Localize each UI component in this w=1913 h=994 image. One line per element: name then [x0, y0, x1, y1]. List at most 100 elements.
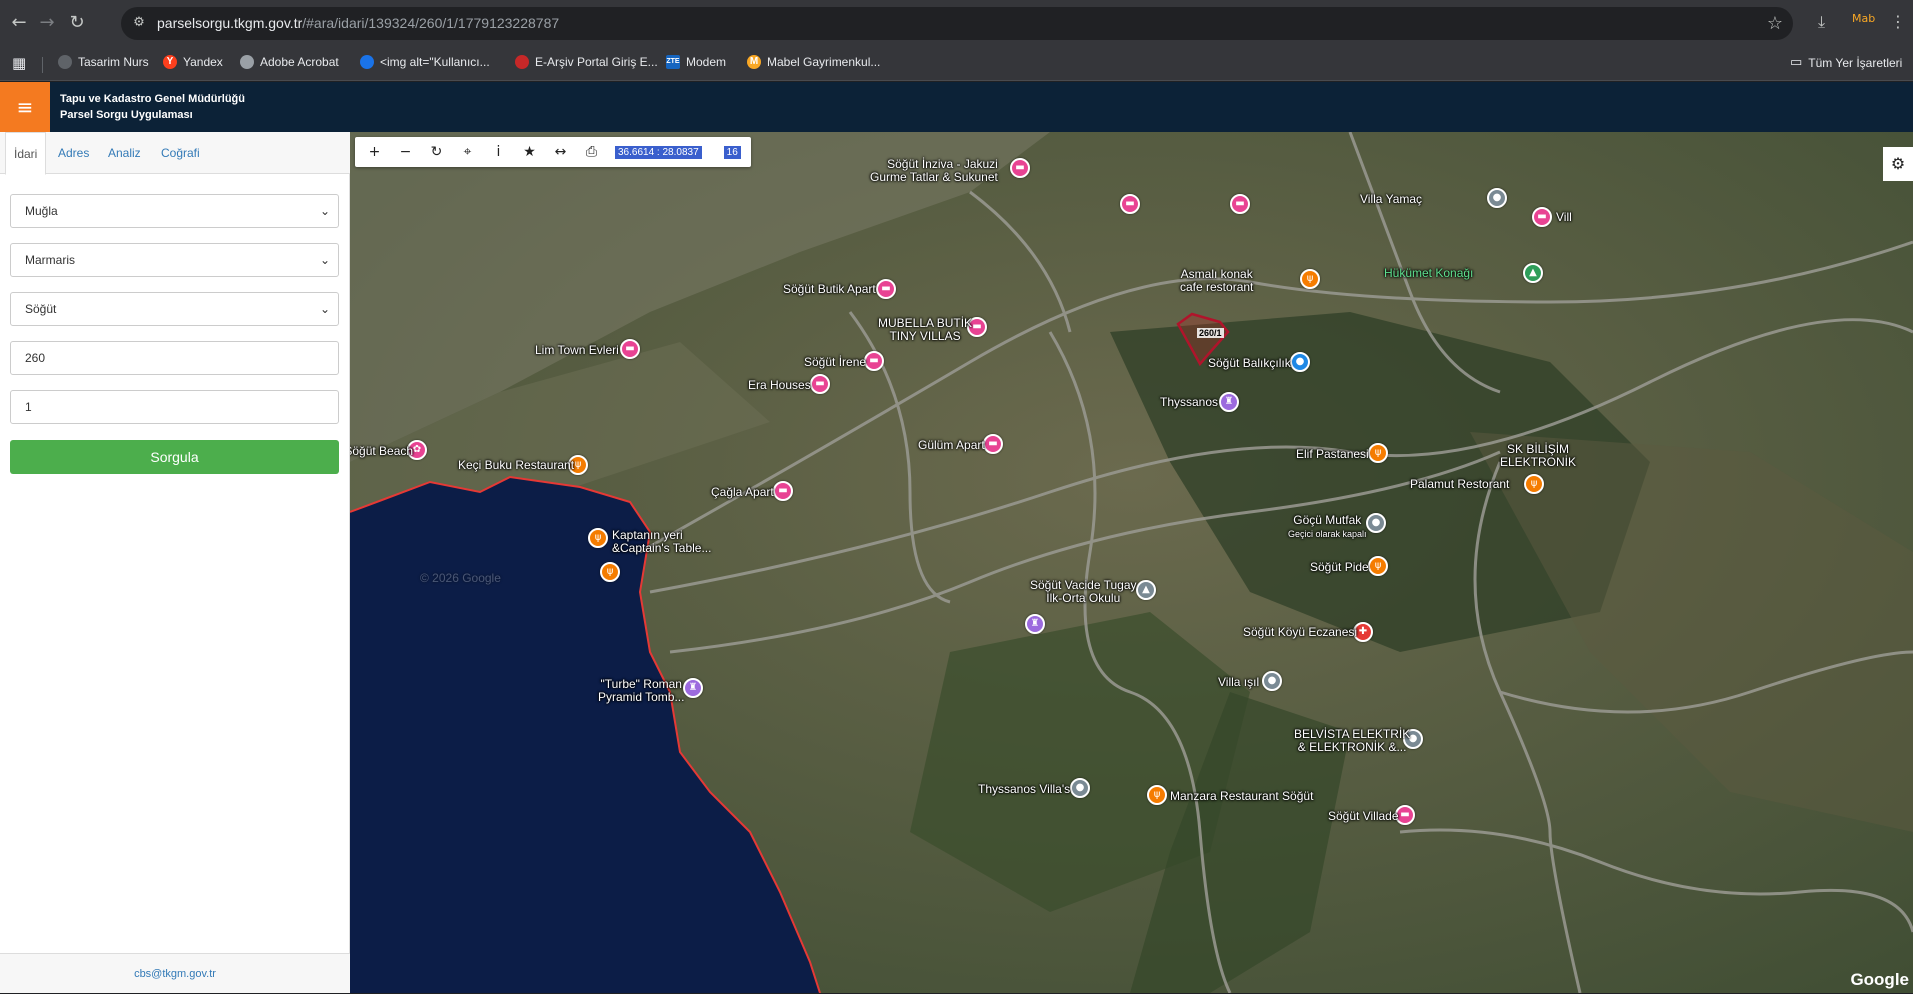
- contact-email-link[interactable]: cbs@tkgm.gov.tr: [0, 953, 350, 993]
- place-label[interactable]: Era Houses: [748, 379, 811, 392]
- place-label[interactable]: Söğüt Vacide Tugay İlk-Orta Okulu: [1030, 579, 1137, 605]
- shop-icon[interactable]: ●: [1290, 352, 1310, 372]
- place-pin-icon[interactable]: ●: [1070, 778, 1090, 798]
- hamburger-menu-icon[interactable]: ≡: [0, 82, 50, 132]
- info-icon[interactable]: i: [483, 137, 514, 167]
- government-icon[interactable]: ▲: [1523, 263, 1543, 283]
- download-icon[interactable]: ⤓: [1818, 12, 1825, 32]
- hotel-icon[interactable]: ▬: [1010, 158, 1030, 178]
- more-menu-icon[interactable]: ⋮: [1890, 12, 1906, 31]
- bookmark-star-icon[interactable]: ☆: [1767, 13, 1783, 34]
- site-info-icon[interactable]: ⚙: [131, 15, 147, 31]
- block-input[interactable]: 260: [10, 341, 339, 375]
- hotel-icon[interactable]: ▬: [876, 279, 896, 299]
- hotel-icon[interactable]: ▬: [1120, 194, 1140, 214]
- place-label[interactable]: Riva Söğüt Beach: [350, 445, 413, 458]
- bookmark-item[interactable]: <img alt="Kullanıcı...: [360, 55, 490, 69]
- settings-gear-icon[interactable]: ⚙: [1883, 147, 1913, 181]
- place-label[interactable]: Lim Town Evleri: [535, 344, 619, 357]
- bookmark-item[interactable]: Y Yandex: [163, 55, 223, 69]
- place-label[interactable]: Göçü Mutfak Geçici olarak kapalı: [1288, 514, 1367, 541]
- zoom-in-icon[interactable]: +: [359, 137, 390, 167]
- address-bar[interactable]: ⚙ parselsorgu.tkgm.gov.tr/#ara/idari/139…: [121, 7, 1793, 40]
- place-label[interactable]: Gülüm Apart: [918, 439, 985, 452]
- place-label[interactable]: Villa Yamaç: [1360, 193, 1422, 206]
- landmark-icon[interactable]: ♜: [683, 678, 703, 698]
- place-label[interactable]: Palamut Restorant: [1410, 478, 1509, 491]
- restaurant-icon[interactable]: ψ: [588, 528, 608, 548]
- place-label[interactable]: "Turbe" Roman Pyramid Tomb...: [598, 678, 684, 704]
- parcel-input[interactable]: 1: [10, 390, 339, 424]
- hotel-icon[interactable]: ▬: [864, 351, 884, 371]
- forward-icon[interactable]: →: [36, 12, 58, 34]
- place-label[interactable]: Söğüt İnziva - Jakuzi Gurme Tatlar & Suku…: [870, 158, 998, 184]
- apps-grid-icon[interactable]: ▦: [12, 54, 26, 72]
- bookmark-item[interactable]: Tasarim Nurs: [58, 55, 149, 69]
- locate-icon[interactable]: ⌖: [452, 137, 483, 167]
- place-label[interactable]: Söğüt Butik Apart: [783, 283, 876, 296]
- restaurant-icon[interactable]: ψ: [1147, 785, 1167, 805]
- place-pin-icon[interactable]: ●: [1487, 188, 1507, 208]
- place-label[interactable]: Keçi Buku Restaurant: [458, 459, 574, 472]
- all-bookmarks[interactable]: ▭ Tüm Yer İşaretleri: [1790, 55, 1902, 70]
- restaurant-icon[interactable]: ψ: [1300, 269, 1320, 289]
- place-label[interactable]: Söğüt Köyü Eczanesi: [1243, 626, 1357, 639]
- place-label[interactable]: Thyssanos Villa's: [978, 783, 1070, 796]
- back-icon[interactable]: ←: [8, 12, 30, 34]
- place-label[interactable]: MUBELLA BUTİK TINY VILLAS: [878, 317, 972, 343]
- map-view[interactable]: 260/1 ▬ Söğüt İnziva - Jakuzi Gurme Tatla…: [350, 132, 1913, 993]
- hotel-icon[interactable]: ▬: [810, 374, 830, 394]
- restaurant-icon[interactable]: ψ: [1368, 443, 1388, 463]
- measure-icon[interactable]: ↔: [545, 137, 576, 167]
- tab-idari[interactable]: İdari: [5, 132, 47, 175]
- extension-icon[interactable]: Mab: [1852, 12, 1875, 25]
- refresh-icon[interactable]: ↻: [421, 137, 452, 167]
- place-label[interactable]: BELVİSTA ELEKTRİK & ELEKTRONİK &...: [1294, 728, 1410, 754]
- district-select[interactable]: Marmaris ⌄: [10, 243, 339, 277]
- tab-analiz[interactable]: Analiz: [100, 132, 149, 174]
- place-label[interactable]: Söğüt Pide: [1310, 561, 1369, 574]
- place-label[interactable]: Elif Pastanesi: [1296, 448, 1369, 461]
- tab-cografi[interactable]: Coğrafi: [153, 132, 208, 174]
- place-label[interactable]: Çağla Apart: [711, 486, 774, 499]
- hotel-icon[interactable]: ▬: [983, 434, 1003, 454]
- place-pin-icon[interactable]: ●: [1366, 513, 1386, 533]
- folder-icon: ▭: [1790, 55, 1803, 70]
- place-label[interactable]: Söğüt İrene: [804, 356, 866, 369]
- query-button[interactable]: Sorgula: [10, 440, 339, 474]
- restaurant-icon[interactable]: ψ: [1368, 556, 1388, 576]
- reload-icon[interactable]: ↻: [66, 12, 88, 34]
- place-label[interactable]: Söğüt Balıkçılık: [1208, 357, 1291, 370]
- place-label[interactable]: Vill: [1556, 211, 1572, 224]
- print-icon[interactable]: ⎙: [576, 137, 607, 167]
- bookmark-item[interactable]: E-Arşiv Portal Giriş E...: [515, 55, 658, 69]
- hotel-icon[interactable]: ▬: [620, 339, 640, 359]
- restaurant-icon[interactable]: ψ: [600, 562, 620, 582]
- bookmark-item[interactable]: ZTE Modem: [666, 55, 726, 69]
- restaurant-icon[interactable]: ψ: [1524, 474, 1544, 494]
- place-label[interactable]: Hükümet Konağı: [1384, 267, 1473, 280]
- hotel-icon[interactable]: ▬: [1532, 207, 1552, 227]
- place-label[interactable]: Söğüt Villade: [1328, 810, 1399, 823]
- place-label[interactable]: Manzara Restaurant Söğüt: [1170, 790, 1313, 803]
- bookmark-favicon: [515, 55, 529, 69]
- school-icon[interactable]: ▲: [1136, 580, 1156, 600]
- landmark-icon[interactable]: ♜: [1219, 392, 1239, 412]
- place-label[interactable]: SK BİLİŞİM ELEKTRONİK: [1500, 443, 1576, 469]
- url-text[interactable]: parselsorgu.tkgm.gov.tr/#ara/idari/13932…: [157, 15, 559, 31]
- bookmark-item[interactable]: M Mabel Gayrimenkul...: [747, 55, 880, 69]
- neighborhood-select[interactable]: Söğüt ⌄: [10, 292, 339, 326]
- place-pin-icon[interactable]: ●: [1262, 671, 1282, 691]
- landmark-icon[interactable]: ♜: [1025, 614, 1045, 634]
- tab-adres[interactable]: Adres: [50, 132, 97, 174]
- province-select[interactable]: Muğla ⌄: [10, 194, 339, 228]
- zoom-out-icon[interactable]: −: [390, 137, 421, 167]
- place-label[interactable]: Thyssanos: [1160, 396, 1218, 409]
- favorite-star-icon[interactable]: ★: [514, 137, 545, 167]
- hotel-icon[interactable]: ▬: [773, 481, 793, 501]
- place-label[interactable]: Villa ışıl: [1218, 676, 1259, 689]
- place-label[interactable]: Kaptanın yeri &Captain's Table...: [612, 529, 711, 555]
- hotel-icon[interactable]: ▬: [1230, 194, 1250, 214]
- place-label[interactable]: Asmalı konak cafe restorant: [1180, 268, 1253, 294]
- bookmark-item[interactable]: Adobe Acrobat: [240, 55, 339, 69]
